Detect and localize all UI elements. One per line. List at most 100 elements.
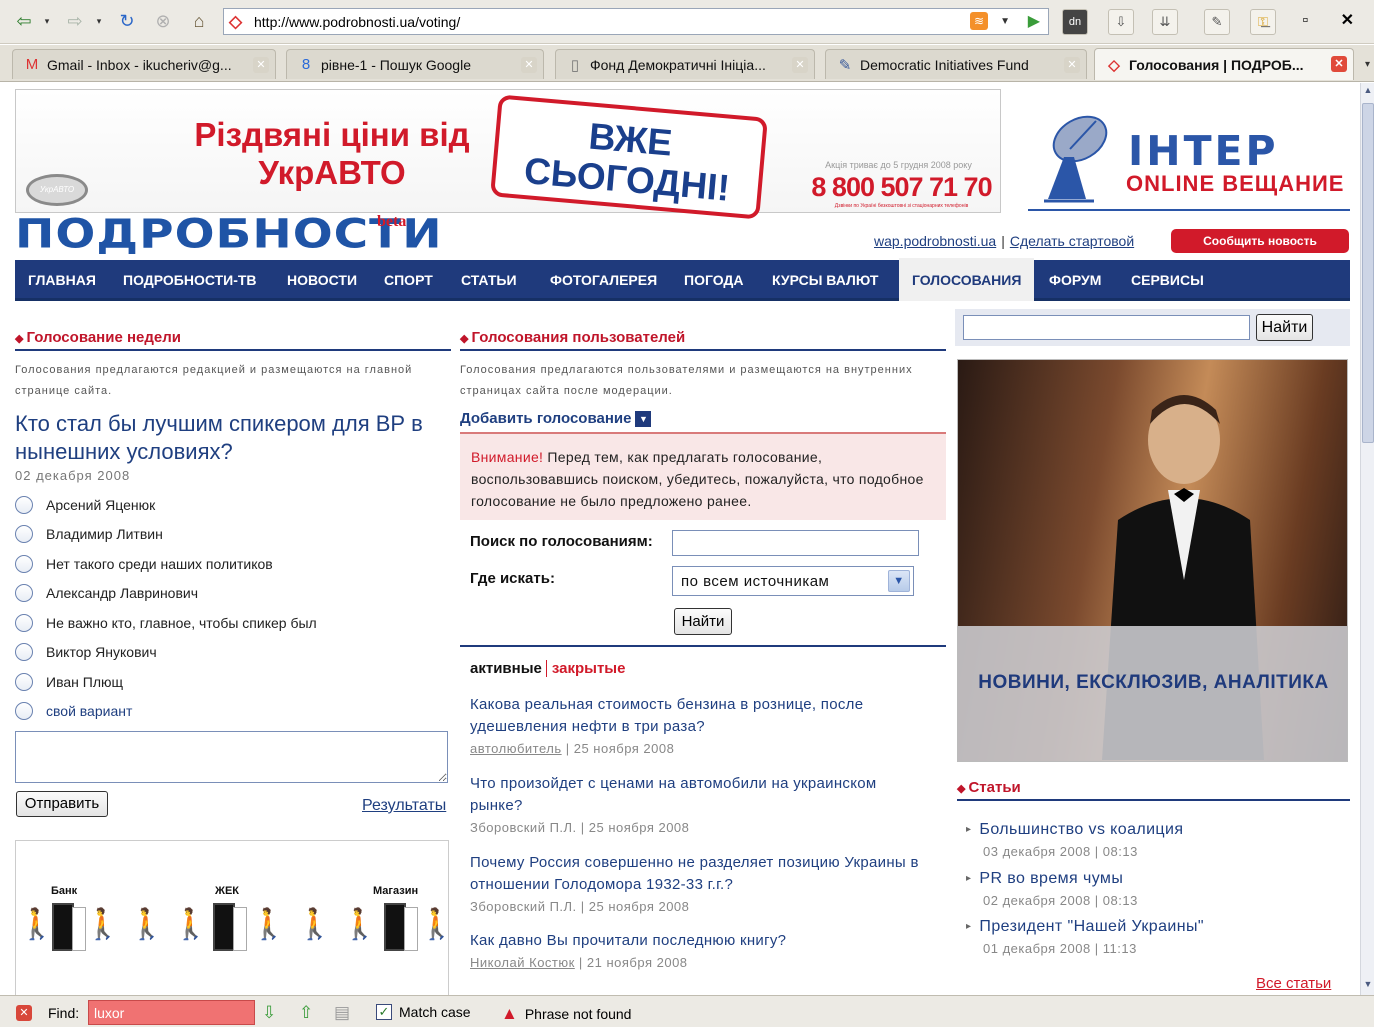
poll-option[interactable]: Не важно кто, главное, чтобы спикер был [15,610,317,636]
close-icon[interactable]: ✕ [253,57,269,73]
nav-currency[interactable]: КУРСЫ ВАЛЮТ [759,260,891,298]
home-icon[interactable]: ⌂ [186,8,212,34]
radio-button[interactable] [15,584,33,602]
forward-menu-icon[interactable]: ▾ [92,8,106,34]
report-news-button[interactable]: Сообщить новость [1171,229,1349,253]
poll-option[interactable]: Виктор Янукович [15,639,157,665]
poll-option[interactable]: Владимир Литвин [15,521,163,547]
poll-search-button[interactable]: Найти [674,608,732,635]
scroll-thumb[interactable] [1362,103,1374,443]
close-icon[interactable]: ✕ [1331,56,1347,72]
add-poll-toggle[interactable]: Добавить голосование ▼ [460,410,652,428]
promo-banner[interactable]: НОВИНИ, ЕКСКЛЮЗИВ, АНАЛІТИКА [957,359,1348,762]
radio-button[interactable] [15,702,33,720]
tab-list-icon[interactable]: ▾ [1365,59,1370,70]
radio-button[interactable] [15,673,33,691]
poll-item-meta: автолюбитель | 25 ноября 2008 [470,741,920,756]
poll-option[interactable]: свой вариант [15,698,132,724]
poll-item-title[interactable]: Что произойдет с ценами на автомобили на… [470,773,920,817]
radio-button[interactable] [15,555,33,573]
nav-forum[interactable]: ФОРУМ [1036,260,1114,298]
reload-icon[interactable]: ↻ [114,8,140,34]
nav-voting[interactable]: ГОЛОСОВАНИЯ [899,258,1035,301]
nav-photo[interactable]: ФОТОГАЛЕРЕЯ [537,260,670,298]
close-icon[interactable]: ✕ [16,1005,32,1021]
scroll-down-icon[interactable]: ▼ [1362,979,1374,993]
addon2-icon[interactable]: ⇊ [1152,9,1178,35]
poll-item-title[interactable]: Почему Россия совершенно не разделяет по… [470,852,920,896]
stop-icon[interactable]: ⊗ [150,8,176,34]
tab-fund-en[interactable]: ✎ Democratic Initiatives Fund ✕ [825,49,1087,79]
inter-banner[interactable]: ІНТЕР ONLINE ВЕЩАНИЕ [1028,89,1350,211]
site-search-input[interactable] [963,315,1250,340]
radio-button[interactable] [15,525,33,543]
find-previous-icon[interactable]: ⇧ [299,1003,313,1023]
filter-active[interactable]: активные [470,660,542,677]
article-title[interactable]: Президент "Нашей Украины" [966,918,1346,936]
nav-weather[interactable]: ПОГОДА [671,260,757,298]
send-button[interactable]: Отправить [16,791,108,817]
forward-icon[interactable]: ⇨ [62,8,88,34]
highlight-icon[interactable]: ▤ [334,1003,350,1023]
poll-item-author[interactable]: Николай Костюк [470,955,575,970]
option-label: Не важно кто, главное, чтобы спикер был [46,615,317,631]
poll-search-input[interactable] [672,530,919,556]
rss-icon[interactable]: ≋ [970,12,988,30]
poll-item-title[interactable]: Какова реальная стоимость бензина в розн… [470,694,920,738]
close-icon[interactable]: ✕ [792,57,808,73]
vertical-scrollbar[interactable]: ▲ ▼ [1360,83,1374,995]
radio-button[interactable] [15,643,33,661]
url-bar[interactable]: ◇ http://www.podrobnosti.ua/voting/ ≋ ▼ … [223,8,1049,35]
gmail-icon: M [25,56,39,73]
checkbox[interactable]: ✓ [376,1004,392,1020]
filter-closed[interactable]: закрытые [545,660,626,677]
beta-label: beta [377,213,407,230]
go-icon[interactable]: ▶ [1028,11,1040,31]
tab-google[interactable]: 8 рівне-1 - Пошук Google ✕ [286,49,544,79]
all-articles-link[interactable]: Все статьи [1256,975,1331,992]
poll-option[interactable]: Александр Лавринович [15,580,198,606]
person-icon: 🚶 [296,908,334,941]
close-icon[interactable]: ✕ [1064,57,1080,73]
back-menu-icon[interactable]: ▾ [40,8,54,34]
edit-icon[interactable]: ✎ [1204,9,1230,35]
poll-item-date: | 21 ноября 2008 [574,955,688,970]
match-case-option[interactable]: ✓ Match case [376,1004,471,1020]
tab-fund-ua[interactable]: ▯ Фонд Демократичні Ініціа... ✕ [555,49,815,79]
find-input[interactable]: luxor [88,1000,255,1025]
window-controls[interactable]: _ ▫ ✕ [1261,10,1368,30]
ukrauto-banner[interactable]: УкрАВТО Різдвяні ціни від УкрАВТО ВЖЕ СЬ… [15,89,1001,220]
back-icon[interactable]: ⇦ [10,8,38,34]
tab-gmail[interactable]: M Gmail - Inbox - ikucheriv@g... ✕ [12,49,276,79]
nav-tv[interactable]: ПОДРОБНОСТИ-ТВ [110,260,270,298]
close-icon[interactable]: ✕ [521,57,537,73]
custom-answer-field[interactable] [15,731,448,783]
scroll-up-icon[interactable]: ▲ [1362,85,1374,99]
radio-button[interactable] [15,614,33,632]
make-start-link[interactable]: Сделать стартовой [1010,233,1134,249]
nav-articles[interactable]: СТАТЬИ [448,260,530,298]
poll-option[interactable]: Иван Плющ [15,669,123,695]
wap-link[interactable]: wap.podrobnosti.ua [874,233,996,249]
tab-voting[interactable]: ◇ Голосования | ПОДРОБ... ✕ [1094,48,1354,80]
poll-item-title[interactable]: Как давно Вы прочитали последнюю книгу? [470,930,920,952]
nav-sport[interactable]: СПОРТ [371,260,446,298]
poll-option[interactable]: Нет такого среди наших политиков [15,551,273,577]
article-title[interactable]: PR во время чумы [966,870,1346,888]
article-title[interactable]: Большинство vs коалиция [966,821,1346,839]
dictionary-icon[interactable]: dn [1062,9,1088,35]
find-next-icon[interactable]: ⇩ [262,1003,276,1023]
poll-item-author[interactable]: автолюбитель [470,741,562,756]
site-search-button[interactable]: Найти [1256,314,1313,341]
radio-button[interactable] [15,496,33,514]
poll-option[interactable]: Арсений Яценюк [15,492,155,518]
nav-main[interactable]: ГЛАВНАЯ [15,260,109,298]
chevron-down-icon[interactable]: ▼ [888,570,910,592]
where-select[interactable]: по всем источникам ▼ [672,566,914,596]
url-history-icon[interactable]: ▼ [1000,12,1010,32]
results-link[interactable]: Результаты [362,797,446,815]
nav-news[interactable]: НОВОСТИ [274,260,370,298]
poll-item-meta: Зборовский П.Л. | 25 ноября 2008 [470,899,920,914]
addon-icon[interactable]: ⇩ [1108,9,1134,35]
nav-services[interactable]: СЕРВИСЫ [1118,260,1217,298]
